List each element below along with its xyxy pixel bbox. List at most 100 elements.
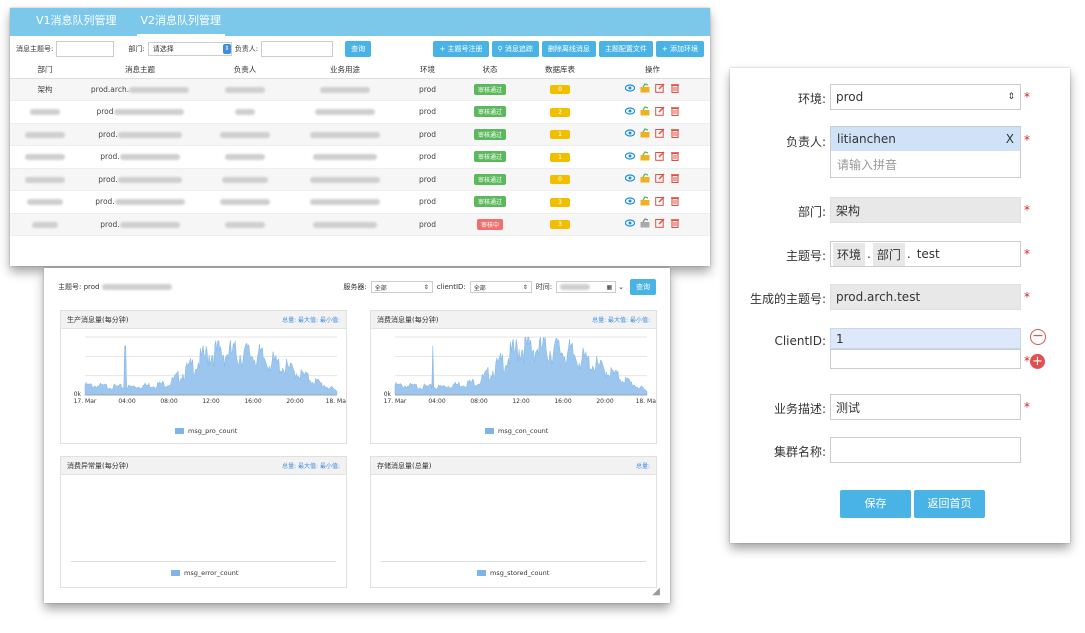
delete-offline-button[interactable]: 删除离线消息 xyxy=(541,41,596,57)
dashboard-query-button[interactable]: 查询 xyxy=(630,279,656,295)
chevron-down-icon: ⇕ xyxy=(222,44,231,54)
redacted-usage xyxy=(310,199,380,206)
back-home-button[interactable]: 返回首页 xyxy=(914,490,985,518)
view-eye-icon[interactable] xyxy=(625,173,635,183)
chart-legend[interactable]: msg_stored_count xyxy=(477,569,549,577)
desc-label: 业务描述: xyxy=(773,402,826,416)
redacted-owner xyxy=(220,199,270,206)
remove-icon[interactable]: − xyxy=(1030,329,1046,345)
desc-input[interactable]: 测试 xyxy=(830,394,1021,420)
save-button[interactable]: 保存 xyxy=(840,490,911,518)
client-select[interactable]: 全部 ⇕ xyxy=(469,281,532,293)
view-eye-icon[interactable] xyxy=(625,218,635,228)
table-row: prod. prod 审核中 3 xyxy=(10,213,710,236)
approve-folder-icon[interactable] xyxy=(640,83,650,93)
edit-icon[interactable] xyxy=(655,218,665,229)
approve-folder-icon[interactable] xyxy=(640,218,650,228)
table-row: prod. prod 审核通过 1 xyxy=(10,123,710,146)
tab-v1[interactable]: V1消息队列管理 xyxy=(24,12,129,36)
approve-folder-icon[interactable] xyxy=(640,150,650,161)
server-value: 全部 xyxy=(374,284,387,292)
chevron-down-icon[interactable]: ⌄ xyxy=(618,283,624,291)
topic-name-input[interactable]: test xyxy=(913,244,944,264)
topic-part-env: 环境 xyxy=(833,242,866,266)
redacted-owner xyxy=(220,131,270,138)
topic-filter-input[interactable] xyxy=(56,41,115,57)
x-tick-label: 20:00 xyxy=(596,398,613,405)
trash-icon[interactable] xyxy=(670,196,680,206)
trace-message-button[interactable]: ⚲ 消息追踪 xyxy=(491,41,539,57)
cell-actions xyxy=(595,100,710,124)
search-icon: ⚲ xyxy=(497,45,503,53)
edit-icon[interactable] xyxy=(655,151,665,161)
topic-text: prod. xyxy=(100,152,120,162)
cell-status: 审核中 xyxy=(455,213,525,236)
clientid-input-2[interactable] xyxy=(830,349,1021,369)
cell-owner xyxy=(200,100,290,124)
server-select[interactable]: 全部 ⇕ xyxy=(370,281,433,293)
approve-folder-icon[interactable] xyxy=(640,195,650,206)
view-eye-icon[interactable] xyxy=(625,106,635,116)
x-tick-label: 04:00 xyxy=(428,398,445,405)
dept-text: 架构 xyxy=(37,84,53,94)
chart-legend[interactable]: msg_con_count xyxy=(485,427,548,435)
cell-dept xyxy=(10,168,80,191)
trash-icon[interactable] xyxy=(670,218,680,229)
view-eye-icon[interactable] xyxy=(625,151,635,161)
cell-actions xyxy=(595,190,710,214)
query-button[interactable]: 查询 xyxy=(345,41,372,57)
approve-folder-icon[interactable] xyxy=(640,128,650,138)
dept-filter-value: 请选择 xyxy=(152,45,174,53)
owner-filter-input[interactable] xyxy=(261,41,334,57)
view-eye-icon[interactable] xyxy=(625,83,635,93)
view-eye-icon[interactable] xyxy=(625,196,635,206)
trash-icon[interactable] xyxy=(670,151,680,161)
dept-filter-select[interactable]: 请选择 ⇕ xyxy=(147,42,232,56)
topic-part-dept: 部门 xyxy=(872,242,905,266)
cell-dept xyxy=(10,145,80,169)
add-icon[interactable]: + xyxy=(1030,354,1045,369)
legend-label: msg_error_count xyxy=(184,569,239,577)
cluster-input[interactable] xyxy=(830,437,1021,463)
clientid-input-1[interactable]: 1 xyxy=(830,328,1021,349)
x-tick-label: 16:00 xyxy=(244,398,261,405)
edit-icon[interactable] xyxy=(655,106,665,116)
trash-icon[interactable] xyxy=(670,173,680,184)
edit-icon[interactable] xyxy=(655,173,665,184)
env-select[interactable]: prod ⇕ xyxy=(830,84,1021,110)
approve-folder-icon[interactable] xyxy=(640,173,650,183)
trash-icon[interactable] xyxy=(670,106,680,116)
cell-db: 3 xyxy=(525,213,595,236)
time-input[interactable]: ▦ xyxy=(556,281,617,293)
edit-icon[interactable] xyxy=(655,196,665,206)
redacted-usage xyxy=(320,86,370,93)
cell-dept xyxy=(10,190,80,214)
cell-db: 1 xyxy=(525,123,595,146)
close-icon[interactable]: X xyxy=(1006,132,1014,146)
approve-folder-icon[interactable] xyxy=(640,105,650,116)
view-eye-icon[interactable] xyxy=(625,128,635,138)
edit-icon[interactable] xyxy=(655,128,665,139)
trace-message-label: 消息追踪 xyxy=(504,45,533,53)
edit-icon[interactable] xyxy=(655,83,665,94)
cell-dept xyxy=(10,100,80,124)
topic-text: prod. xyxy=(95,197,115,207)
add-env-button[interactable]: + 添加环境 xyxy=(655,41,704,57)
owner-tag[interactable]: litianchen X xyxy=(831,127,1020,151)
topic-register-form: 环境: prod ⇕ * 负责人: litianchen X 请输入拼音 * 部… xyxy=(730,68,1070,543)
owner-search-input[interactable]: 请输入拼音 xyxy=(831,151,1020,177)
chart-legend[interactable]: msg_pro_count xyxy=(175,427,237,435)
topic-config-button[interactable]: 主题配置文件 xyxy=(598,41,653,57)
cell-usage xyxy=(290,168,400,191)
trash-icon[interactable] xyxy=(670,128,680,139)
x-tick-label: 12:00 xyxy=(512,398,529,405)
chart-legend[interactable]: msg_error_count xyxy=(171,569,238,577)
topic-text: prod. xyxy=(98,129,118,139)
owner-multiselect[interactable]: litianchen X 请输入拼音 xyxy=(830,126,1021,178)
trash-icon[interactable] xyxy=(670,83,680,94)
register-topic-button[interactable]: + 主题号注册 xyxy=(433,41,489,57)
cell-env: prod xyxy=(400,190,455,214)
tab-v2[interactable]: V2消息队列管理 xyxy=(129,12,234,36)
resize-handle-icon[interactable]: ◢ xyxy=(652,586,660,597)
series-area xyxy=(84,340,338,396)
